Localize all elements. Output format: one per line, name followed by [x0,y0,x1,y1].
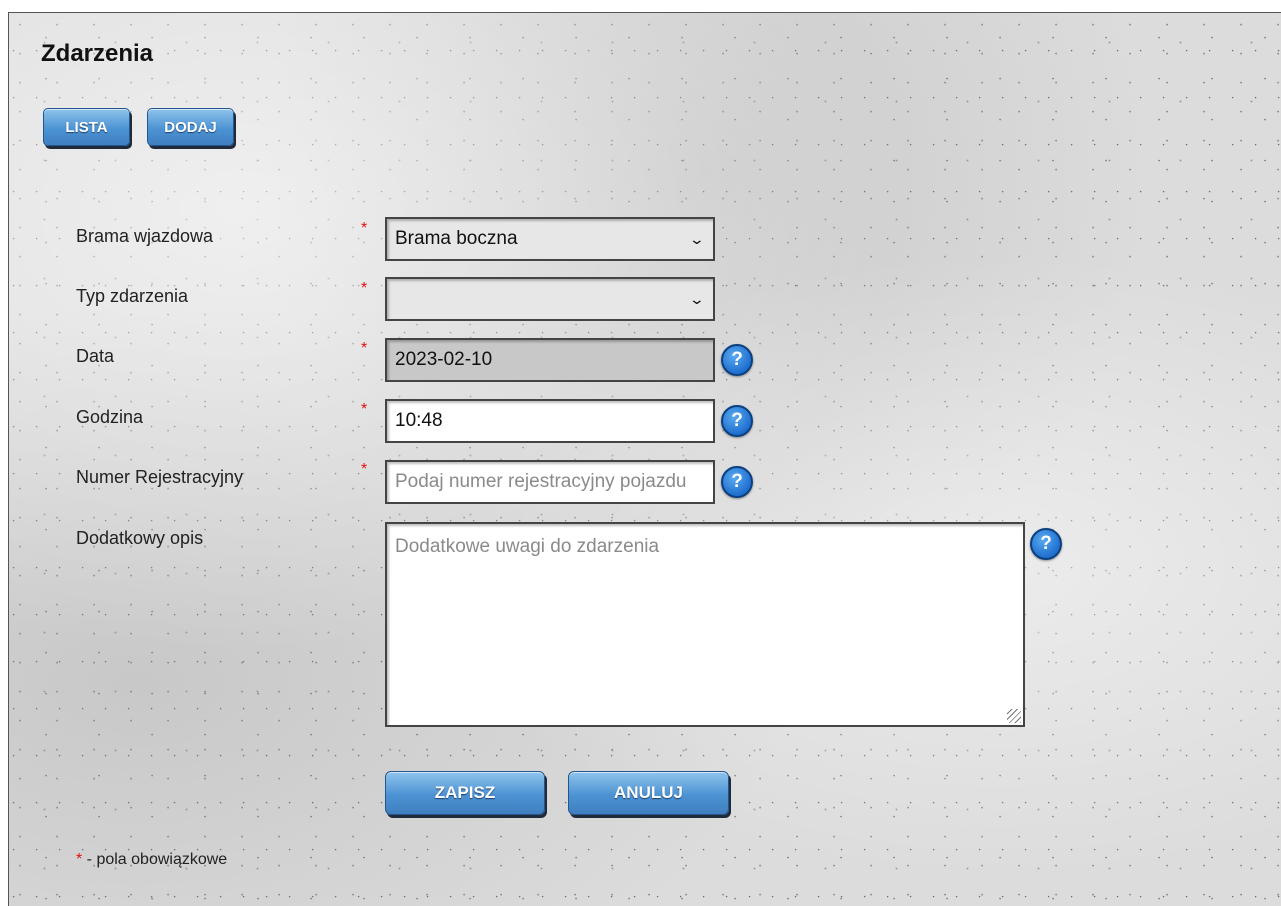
event-type-label: Typ zdarzenia [76,286,189,306]
chevron-down-icon: ⌄ [688,230,706,247]
chevron-down-icon: ⌄ [688,290,706,307]
description-label: Dodatkowy opis [76,528,204,548]
required-fields-note: * - pola obowiązkowe [76,851,227,869]
description-help-question-icon[interactable]: ? [1030,528,1062,560]
plate-field[interactable]: Podaj numer rejestracyjny pojazdu [385,460,715,504]
required-mark: * [361,461,368,478]
time-label: Godzina [76,407,144,427]
list-button[interactable]: LISTA [43,108,130,146]
date-field-value: 2023-02-10 [395,349,493,370]
gate-select[interactable]: Brama boczna ⌄ [385,217,715,261]
required-note-text: - pola obowiązkowe [82,851,228,868]
gate-select-value: Brama boczna [395,228,518,249]
date-label: Data [76,346,115,366]
description-placeholder: Dodatkowe uwagi do zdarzenia [395,536,660,557]
time-field-value: 10:48 [395,410,443,431]
required-mark: * [361,280,368,297]
plate-label: Numer Rejestracyjny [76,467,244,487]
date-field[interactable]: 2023-02-10 [385,338,715,382]
required-mark: * [361,340,368,357]
date-help-question-icon[interactable]: ? [721,344,753,376]
gate-label: Brama wjazdowa [76,226,214,246]
time-field[interactable]: 10:48 [385,399,715,443]
description-textarea[interactable]: Dodatkowe uwagi do zdarzenia [385,522,1025,727]
page-title: Zdarzenia [41,40,154,67]
cancel-button[interactable]: ANULUJ [568,771,729,815]
event-type-select[interactable]: ⌄ [385,277,715,321]
time-help-question-icon[interactable]: ? [721,405,753,437]
required-mark: * [361,401,368,418]
required-mark: * [361,220,368,237]
plate-help-question-icon[interactable]: ? [721,466,753,498]
plate-field-placeholder: Podaj numer rejestracyjny pojazdu [395,471,687,492]
add-button[interactable]: DODAJ [147,108,234,146]
resize-grip-icon[interactable] [1007,709,1021,723]
save-button[interactable]: ZAPISZ [385,771,545,815]
